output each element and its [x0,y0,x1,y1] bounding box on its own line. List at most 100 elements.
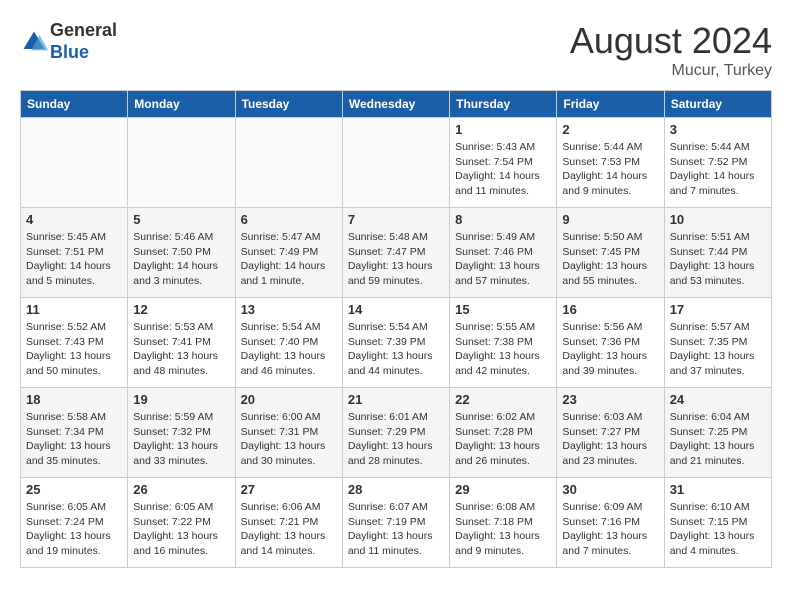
day-number: 7 [348,212,444,227]
day-number: 20 [241,392,337,407]
day-info: Sunrise: 5:53 AMSunset: 7:41 PMDaylight:… [133,320,229,379]
day-info: Sunrise: 5:59 AMSunset: 7:32 PMDaylight:… [133,410,229,469]
calendar-cell: 20 Sunrise: 6:00 AMSunset: 7:31 PMDayligh… [235,388,342,478]
day-number: 25 [26,482,122,497]
calendar-week-row: 1 Sunrise: 5:43 AMSunset: 7:54 PMDaylight… [21,118,772,208]
calendar-cell: 14Sunrise: 5:54 AMSunset: 7:39 PMDayligh… [342,298,449,388]
day-info: Sunrise: 5:56 AMSunset: 7:36 PMDaylight:… [562,320,658,379]
calendar-cell: 10 Sunrise: 5:51 AMSunset: 7:44 PMDayligh… [664,208,771,298]
calendar-cell: 26 Sunrise: 6:05 AMSunset: 7:22 PMDayligh… [128,478,235,568]
calendar-cell: 27Sunrise: 6:06 AMSunset: 7:21 PMDayligh… [235,478,342,568]
day-info: Sunrise: 6:09 AMSunset: 7:16 PMDaylight:… [562,500,658,559]
day-info: Sunrise: 6:07 AMSunset: 7:19 PMDaylight:… [348,500,444,559]
day-info: Sunrise: 5:50 AMSunset: 7:45 PMDaylight:… [562,230,658,289]
day-number: 4 [26,212,122,227]
calendar-cell: 9 Sunrise: 5:50 AMSunset: 7:45 PMDaylight… [557,208,664,298]
calendar-cell: 11 Sunrise: 5:52 AMSunset: 7:43 PMDayligh… [21,298,128,388]
day-info: Sunrise: 5:44 AMSunset: 7:52 PMDaylight:… [670,140,766,199]
logo-blue-text: Blue [50,42,89,62]
calendar-cell: 1 Sunrise: 5:43 AMSunset: 7:54 PMDaylight… [450,118,557,208]
calendar-cell: 13 Sunrise: 5:54 AMSunset: 7:40 PMDayligh… [235,298,342,388]
day-info: Sunrise: 5:57 AMSunset: 7:35 PMDaylight:… [670,320,766,379]
day-info: Sunrise: 6:03 AMSunset: 7:27 PMDaylight:… [562,410,658,469]
day-number: 9 [562,212,658,227]
day-number: 15 [455,302,551,317]
day-number: 18 [26,392,122,407]
calendar-cell: 6 Sunrise: 5:47 AMSunset: 7:49 PMDaylight… [235,208,342,298]
day-number: 6 [241,212,337,227]
day-number: 29 [455,482,551,497]
day-info: Sunrise: 5:54 AMSunset: 7:39 PMDaylight:… [348,320,444,379]
day-number: 21 [348,392,444,407]
day-info: Sunrise: 6:02 AMSunset: 7:28 PMDaylight:… [455,410,551,469]
calendar-cell [342,118,449,208]
day-number: 2 [562,122,658,137]
calendar-cell: 31 Sunrise: 6:10 AMSunset: 7:15 PMDayligh… [664,478,771,568]
calendar-cell: 28 Sunrise: 6:07 AMSunset: 7:19 PMDayligh… [342,478,449,568]
calendar-table: SundayMondayTuesdayWednesdayThursdayFrid… [20,90,772,568]
day-number: 12 [133,302,229,317]
day-info: Sunrise: 5:52 AMSunset: 7:43 PMDaylight:… [26,320,122,379]
day-info: Sunrise: 5:47 AMSunset: 7:49 PMDaylight:… [241,230,337,289]
day-number: 31 [670,482,766,497]
calendar-cell: 23 Sunrise: 6:03 AMSunset: 7:27 PMDayligh… [557,388,664,478]
day-info: Sunrise: 5:45 AMSunset: 7:51 PMDaylight:… [26,230,122,289]
day-number: 3 [670,122,766,137]
page-header: General Blue August 2024 Mucur, Turkey [20,20,772,80]
title-block: August 2024 Mucur, Turkey [570,20,772,80]
month-year: August 2024 [570,20,772,62]
day-header-saturday: Saturday [664,91,771,118]
day-number: 11 [26,302,122,317]
day-number: 30 [562,482,658,497]
calendar-header-row: SundayMondayTuesdayWednesdayThursdayFrid… [21,91,772,118]
day-number: 8 [455,212,551,227]
calendar-cell: 21Sunrise: 6:01 AMSunset: 7:29 PMDayligh… [342,388,449,478]
day-number: 26 [133,482,229,497]
day-number: 1 [455,122,551,137]
calendar-cell: 17 Sunrise: 5:57 AMSunset: 7:35 PMDayligh… [664,298,771,388]
calendar-cell [21,118,128,208]
day-info: Sunrise: 5:51 AMSunset: 7:44 PMDaylight:… [670,230,766,289]
day-number: 10 [670,212,766,227]
day-info: Sunrise: 5:46 AMSunset: 7:50 PMDaylight:… [133,230,229,289]
day-info: Sunrise: 6:00 AMSunset: 7:31 PMDaylight:… [241,410,337,469]
calendar-cell [235,118,342,208]
day-number: 28 [348,482,444,497]
calendar-week-row: 11 Sunrise: 5:52 AMSunset: 7:43 PMDayligh… [21,298,772,388]
day-number: 17 [670,302,766,317]
day-number: 16 [562,302,658,317]
day-number: 19 [133,392,229,407]
calendar-cell: 22 Sunrise: 6:02 AMSunset: 7:28 PMDayligh… [450,388,557,478]
location: Mucur, Turkey [570,62,772,80]
calendar-cell: 12 Sunrise: 5:53 AMSunset: 7:41 PMDayligh… [128,298,235,388]
day-header-friday: Friday [557,91,664,118]
day-info: Sunrise: 5:54 AMSunset: 7:40 PMDaylight:… [241,320,337,379]
logo: General Blue [20,20,117,63]
day-info: Sunrise: 6:10 AMSunset: 7:15 PMDaylight:… [670,500,766,559]
day-info: Sunrise: 6:05 AMSunset: 7:24 PMDaylight:… [26,500,122,559]
calendar-cell: 18 Sunrise: 5:58 AMSunset: 7:34 PMDayligh… [21,388,128,478]
day-info: Sunrise: 5:43 AMSunset: 7:54 PMDaylight:… [455,140,551,199]
calendar-cell: 29Sunrise: 6:08 AMSunset: 7:18 PMDayligh… [450,478,557,568]
logo-icon [20,28,48,56]
logo-general-text: General [50,20,117,40]
day-info: Sunrise: 5:49 AMSunset: 7:46 PMDaylight:… [455,230,551,289]
calendar-cell: 8 Sunrise: 5:49 AMSunset: 7:46 PMDaylight… [450,208,557,298]
day-header-tuesday: Tuesday [235,91,342,118]
calendar-cell: 15 Sunrise: 5:55 AMSunset: 7:38 PMDayligh… [450,298,557,388]
day-info: Sunrise: 6:06 AMSunset: 7:21 PMDaylight:… [241,500,337,559]
day-info: Sunrise: 5:58 AMSunset: 7:34 PMDaylight:… [26,410,122,469]
calendar-cell: 5 Sunrise: 5:46 AMSunset: 7:50 PMDaylight… [128,208,235,298]
calendar-week-row: 25 Sunrise: 6:05 AMSunset: 7:24 PMDayligh… [21,478,772,568]
day-number: 13 [241,302,337,317]
day-number: 22 [455,392,551,407]
day-info: Sunrise: 5:55 AMSunset: 7:38 PMDaylight:… [455,320,551,379]
calendar-cell: 16 Sunrise: 5:56 AMSunset: 7:36 PMDayligh… [557,298,664,388]
calendar-cell: 2 Sunrise: 5:44 AMSunset: 7:53 PMDaylight… [557,118,664,208]
calendar-cell: 19 Sunrise: 5:59 AMSunset: 7:32 PMDayligh… [128,388,235,478]
day-number: 5 [133,212,229,227]
day-info: Sunrise: 5:44 AMSunset: 7:53 PMDaylight:… [562,140,658,199]
day-number: 23 [562,392,658,407]
day-info: Sunrise: 6:05 AMSunset: 7:22 PMDaylight:… [133,500,229,559]
calendar-cell: 25 Sunrise: 6:05 AMSunset: 7:24 PMDayligh… [21,478,128,568]
